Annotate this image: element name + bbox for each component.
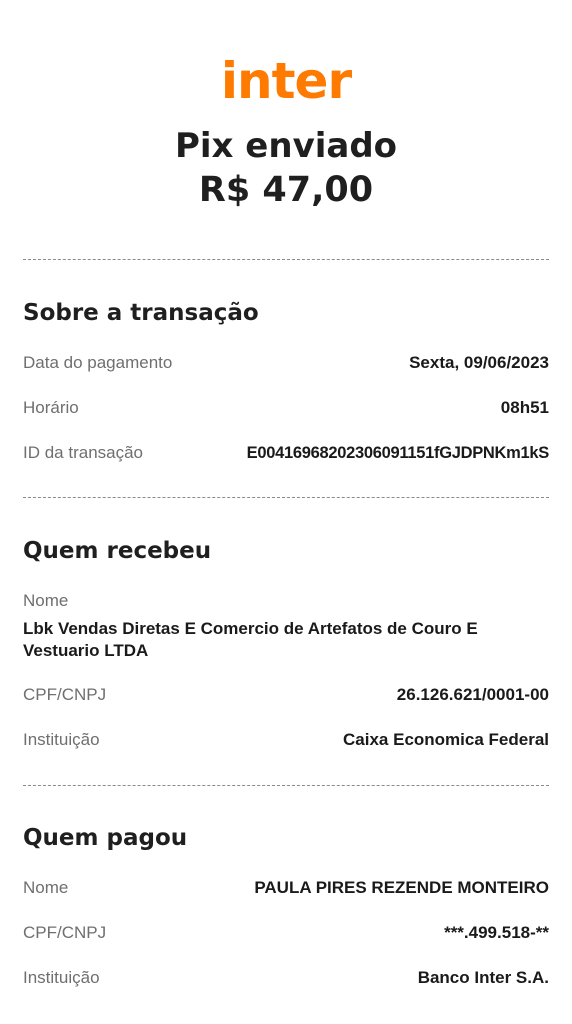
receiver-institution-label: Instituição	[23, 730, 100, 749]
section-divider	[23, 785, 549, 786]
transfer-amount: R$ 47,00	[198, 170, 374, 210]
section-divider	[23, 497, 549, 498]
payer-name-label: Nome	[23, 878, 69, 897]
payer-institution-value: Banco Inter S.A.	[417, 968, 549, 987]
payer-doc-row: CPF/CNPJ ***.499.518-**	[23, 921, 549, 945]
receiver-doc-row: CPF/CNPJ 26.126.621/0001-00	[23, 683, 549, 707]
receiver-name-value: Lbk Vendas Diretas E Comercio de Artefat…	[23, 619, 478, 660]
time-row: Horário 08h51	[23, 396, 549, 420]
payment-date-row: Data do pagamento Sexta, 09/06/2023	[23, 351, 549, 375]
receiver-doc-label: CPF/CNPJ	[23, 685, 107, 704]
transaction-section-title: Sobre a transação	[23, 300, 259, 326]
payer-doc-value: ***.499.518-**	[444, 923, 549, 942]
time-value: 08h51	[500, 398, 549, 417]
payer-name-row: Nome PAULA PIRES REZENDE MONTEIRO	[23, 876, 549, 900]
brand-logo: inter	[220, 52, 352, 110]
receiver-section-title: Quem recebeu	[23, 538, 212, 564]
payment-date-label: Data do pagamento	[23, 353, 173, 372]
receiver-institution-value: Caixa Economica Federal	[343, 730, 549, 749]
payer-name-value: PAULA PIRES REZENDE MONTEIRO	[254, 878, 549, 897]
payer-institution-label: Instituição	[23, 968, 100, 987]
time-label: Horário	[23, 398, 79, 417]
transaction-id-row: ID da transação E00416968202306091151fGJ…	[23, 441, 549, 465]
section-divider	[23, 259, 549, 260]
payment-date-value: Sexta, 09/06/2023	[409, 353, 549, 372]
receiver-doc-value: 26.126.621/0001-00	[396, 685, 549, 704]
payer-institution-row: Instituição Banco Inter S.A.	[23, 966, 549, 990]
receiver-name-label: Nome	[23, 591, 69, 610]
payer-doc-label: CPF/CNPJ	[23, 923, 107, 942]
transaction-id-label: ID da transação	[23, 443, 144, 462]
page-title: Pix enviado	[174, 126, 398, 166]
transaction-id-value: E00416968202306091151fGJDPNKm1kS	[246, 443, 550, 462]
payer-section-title: Quem pagou	[23, 825, 188, 851]
receiver-institution-row: Instituição Caixa Economica Federal	[23, 728, 549, 752]
